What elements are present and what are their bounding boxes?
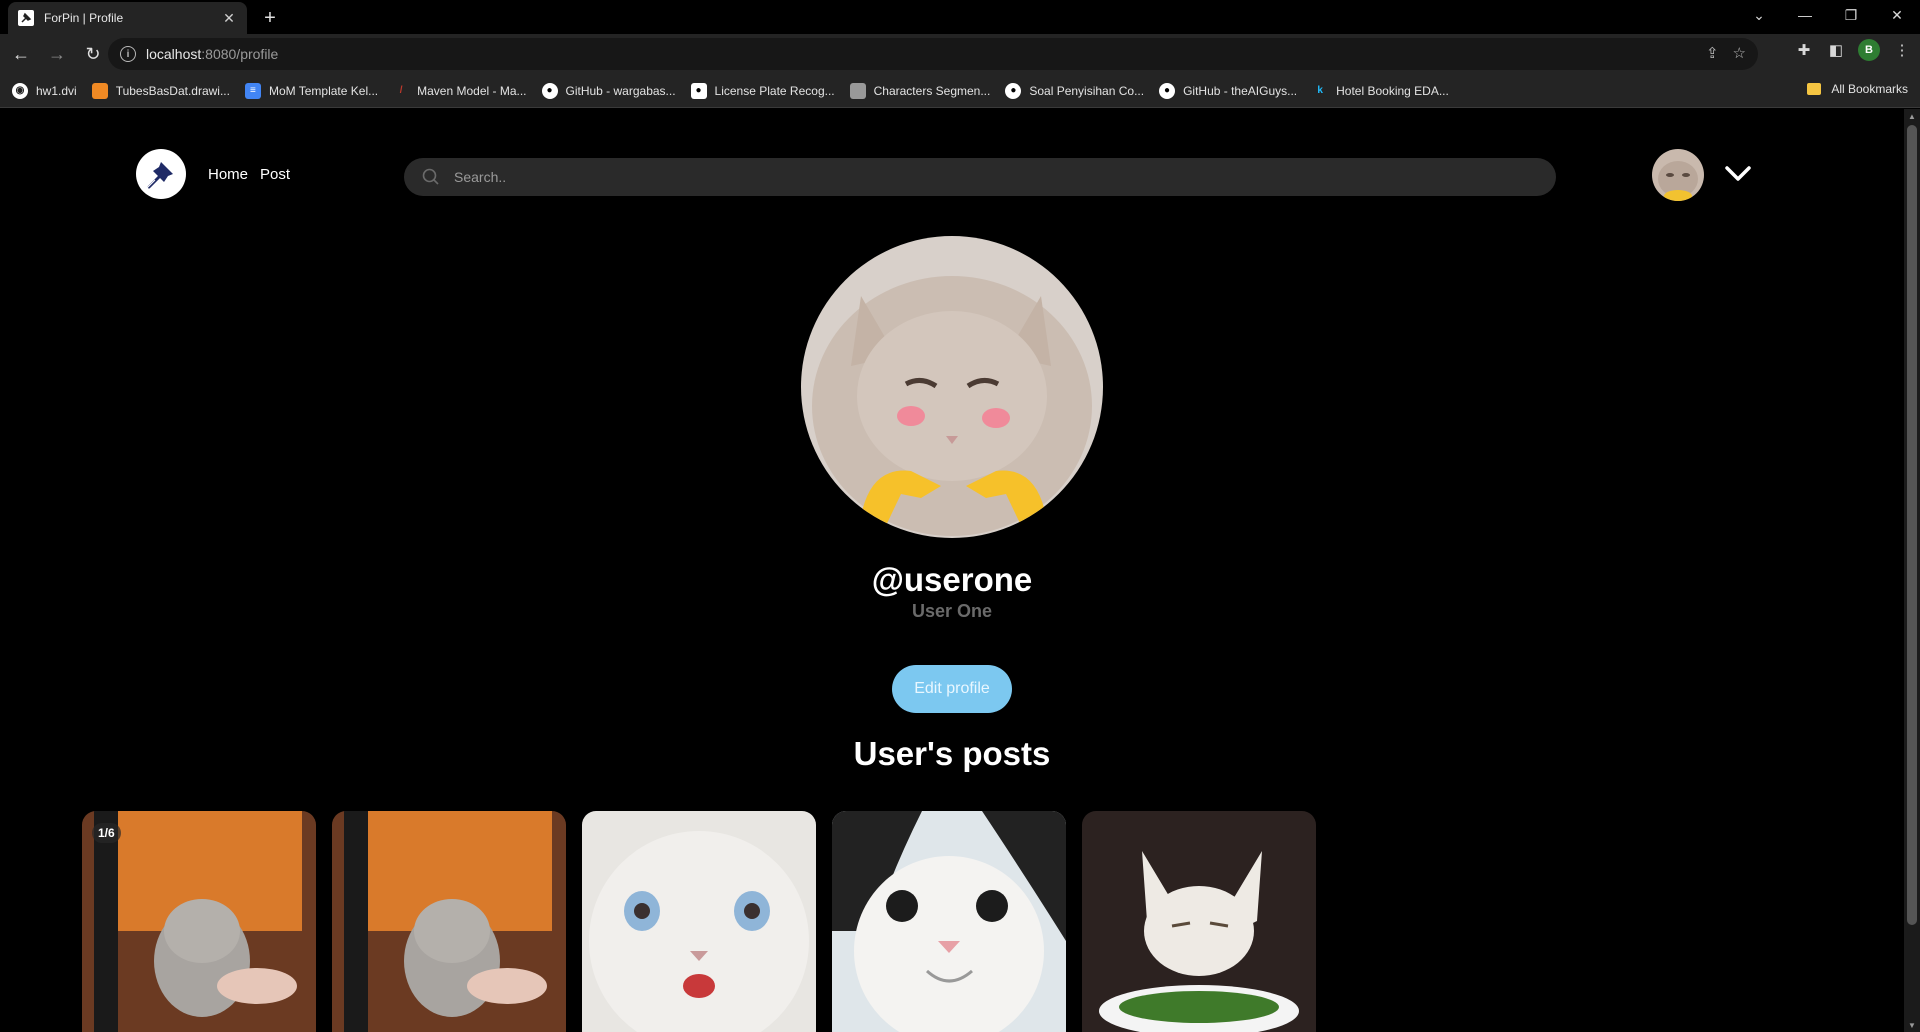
page-scrollbar[interactable]: ▲ ▼: [1904, 109, 1920, 1032]
bookmark-label: Maven Model - Ma...: [417, 83, 527, 98]
url-text: localhost:8080/profile: [146, 46, 278, 62]
tab-title: ForPin | Profile: [44, 11, 124, 25]
bookmark-label: TubesBasDat.drawi...: [115, 83, 230, 98]
medium-icon: ●: [690, 82, 707, 99]
post-card[interactable]: [1082, 811, 1316, 1032]
globe-icon: ◉: [12, 82, 28, 99]
close-window-icon[interactable]: ✕: [1874, 0, 1920, 30]
bookmark-label: MoM Template Kel...: [268, 83, 379, 98]
back-icon[interactable]: ←: [6, 39, 36, 69]
bookmark-label: License Plate Recog...: [714, 83, 835, 98]
post-image: [332, 811, 566, 1032]
search-bar[interactable]: [404, 158, 1556, 196]
chevron-down-icon[interactable]: [1724, 161, 1752, 185]
nav-home-link[interactable]: Home: [208, 166, 248, 183]
search-icon: [422, 168, 439, 185]
bookmark-item[interactable]: / Maven Model - Ma...: [393, 83, 527, 99]
cat-avatar-image: [1652, 149, 1704, 201]
tab-search-icon[interactable]: ⌄: [1736, 0, 1782, 30]
window-controls: ⌄ — ❐ ✕: [1736, 0, 1920, 30]
bookmark-item[interactable]: ● GitHub - wargabas...: [541, 82, 676, 99]
bookmark-item[interactable]: ● License Plate Recog...: [690, 82, 835, 99]
side-panel-icon[interactable]: ◧: [1826, 40, 1846, 60]
browser-profile-avatar[interactable]: B: [1858, 39, 1880, 61]
bookmark-star-icon[interactable]: ☆: [1733, 44, 1746, 62]
post-card[interactable]: [832, 811, 1066, 1032]
profile-picture: [801, 236, 1103, 538]
posts-heading: User's posts: [853, 735, 1051, 772]
extensions-icon[interactable]: ✚: [1794, 40, 1814, 60]
post-card[interactable]: 1/6: [82, 811, 316, 1032]
bookmark-label: GitHub - wargabas...: [565, 83, 676, 98]
post-image: [832, 811, 1066, 1032]
bookmark-item[interactable]: ● GitHub - theAIGuys...: [1159, 82, 1298, 99]
carousel-counter: 1/6: [92, 823, 121, 843]
url-path: :8080/profile: [201, 46, 279, 62]
forpin-logo[interactable]: [136, 149, 186, 199]
docs-icon: ≡: [244, 82, 261, 99]
maven-feather-icon: /: [399, 85, 403, 96]
drawio-icon: [91, 82, 108, 99]
github-icon: ●: [1005, 82, 1022, 99]
bookmark-label: GitHub - theAIGuys...: [1183, 83, 1298, 98]
bookmark-label: Hotel Booking EDA...: [1336, 83, 1449, 98]
search-input[interactable]: [454, 169, 1534, 185]
browser-tabbar: ForPin | Profile ✕ + ⌄ — ❐ ✕: [0, 0, 1920, 34]
github-icon: ●: [1159, 82, 1176, 99]
restore-icon[interactable]: ❐: [1828, 0, 1874, 30]
bookmark-label: Characters Segmen...: [873, 83, 991, 98]
nav-post-link[interactable]: Post: [260, 166, 290, 183]
post-image: [82, 811, 316, 1032]
minimize-icon[interactable]: —: [1782, 0, 1828, 30]
profile-username: @userone: [871, 561, 1033, 598]
bookmark-item[interactable]: TubesBasDat.drawi...: [91, 82, 230, 99]
bookmark-item[interactable]: ≡ MoM Template Kel...: [244, 82, 379, 99]
post-card[interactable]: [332, 811, 566, 1032]
bookmarks-bar: ◉ hw1.dvi TubesBasDat.drawi... ≡ MoM Templ…: [0, 74, 1920, 108]
close-tab-icon[interactable]: ✕: [221, 10, 237, 26]
bookmark-label: hw1.dvi: [36, 83, 77, 98]
kaggle-icon: k: [1317, 85, 1323, 96]
bookmark-item[interactable]: ● Soal Penyisihan Co...: [1005, 82, 1145, 99]
bookmark-item[interactable]: k Hotel Booking EDA...: [1312, 83, 1449, 99]
pushpin-icon: [146, 162, 173, 189]
bookmark-item[interactable]: Characters Segmen...: [849, 82, 991, 99]
edit-profile-button[interactable]: Edit profile: [892, 665, 1012, 713]
profile-page: Home Post Search.. @userone User One Edi…: [0, 109, 1904, 1032]
new-tab-icon[interactable]: +: [258, 6, 282, 30]
reload-icon[interactable]: ↻: [78, 39, 108, 69]
cat-profile-image: [801, 236, 1103, 538]
bookmark-label: Soal Penyisihan Co...: [1029, 83, 1145, 98]
post-image: [1082, 811, 1316, 1032]
scroll-down-icon[interactable]: ▼: [1904, 1018, 1920, 1032]
github-icon: ●: [541, 82, 558, 99]
profile-full-name: User One: [911, 601, 993, 621]
browser-tab[interactable]: ForPin | Profile ✕: [8, 2, 247, 34]
post-image: [582, 811, 816, 1032]
scroll-thumb[interactable]: [1907, 125, 1917, 925]
site-info-icon[interactable]: i: [120, 46, 136, 62]
address-bar[interactable]: i localhost:8080/profile ⇪ ☆: [108, 38, 1758, 70]
url-host: localhost: [146, 46, 202, 62]
pin-favicon-icon: [18, 10, 34, 26]
menu-kebab-icon[interactable]: ⋮: [1892, 40, 1912, 60]
post-card[interactable]: [582, 811, 816, 1032]
all-bookmarks-label: All Bookmarks: [1831, 82, 1908, 96]
share-icon[interactable]: ⇪: [1706, 44, 1719, 62]
browser-toolbar: ← → ↻ i localhost:8080/profile ⇪ ☆ ✚ ◧ B…: [0, 34, 1920, 74]
article-thumbnail-icon: [849, 82, 866, 99]
forward-icon[interactable]: →: [42, 39, 72, 69]
bookmark-item[interactable]: ◉ hw1.dvi: [12, 82, 77, 99]
all-bookmarks[interactable]: All Bookmarks: [1807, 82, 1908, 96]
avatar[interactable]: [1652, 149, 1704, 201]
folder-icon: [1807, 83, 1822, 95]
scroll-up-icon[interactable]: ▲: [1904, 109, 1920, 123]
